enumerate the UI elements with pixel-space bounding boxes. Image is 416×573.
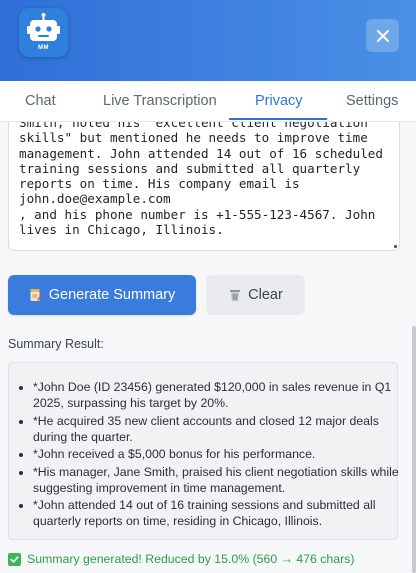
robot-logo-icon: MM <box>19 8 68 57</box>
input-textarea[interactable]: Smith, noted his "excellent client negot… <box>8 122 400 251</box>
tab-privacy[interactable]: Privacy <box>255 81 303 121</box>
tab-settings[interactable]: Settings <box>346 81 398 121</box>
summary-result-label: Summary Result: <box>8 337 104 351</box>
privacy-panel: Smith, noted his "excellent client negot… <box>0 122 416 573</box>
clear-label: Clear <box>248 287 283 303</box>
summary-item: *John Doe (ID 23456) generated $120,000 … <box>33 379 401 411</box>
summary-list: *John Doe (ID 23456) generated $120,000 … <box>17 379 401 531</box>
generate-summary-label: Generate Summary <box>48 287 176 303</box>
tab-live-transcription[interactable]: Live Transcription <box>103 81 217 121</box>
summary-item: *John received a $5,000 bonus for his pe… <box>33 446 401 462</box>
trash-icon <box>230 290 241 301</box>
resize-handle[interactable] <box>394 245 397 248</box>
document-pencil-icon <box>30 289 43 301</box>
generate-summary-button[interactable]: Generate Summary <box>8 275 196 315</box>
summary-item: *He acquired 35 new client accounts and … <box>33 413 401 445</box>
status-text: Summary generated! Reduced by 15.0% (560… <box>27 552 355 566</box>
check-icon <box>8 552 21 566</box>
summary-item: *John attended 14 out of 16 training ses… <box>33 497 401 529</box>
status-message: Summary generated! Reduced by 15.0% (560… <box>8 552 354 566</box>
scrollbar[interactable] <box>412 326 416 573</box>
logo-text: MM <box>38 45 49 51</box>
tab-bar: Chat Live Transcription Privacy Settings <box>0 81 416 122</box>
input-text: Smith, noted his "excellent client negot… <box>19 122 383 238</box>
app-header: MM <box>0 0 416 81</box>
close-icon <box>376 29 389 42</box>
close-button[interactable] <box>366 19 399 52</box>
summary-item: *His manager, Jane Smith, praised his cl… <box>33 464 401 496</box>
tab-chat[interactable]: Chat <box>25 81 56 121</box>
summary-result-box: *John Doe (ID 23456) generated $120,000 … <box>8 362 401 540</box>
active-tab-indicator <box>229 118 327 120</box>
clear-button[interactable]: Clear <box>206 275 305 315</box>
